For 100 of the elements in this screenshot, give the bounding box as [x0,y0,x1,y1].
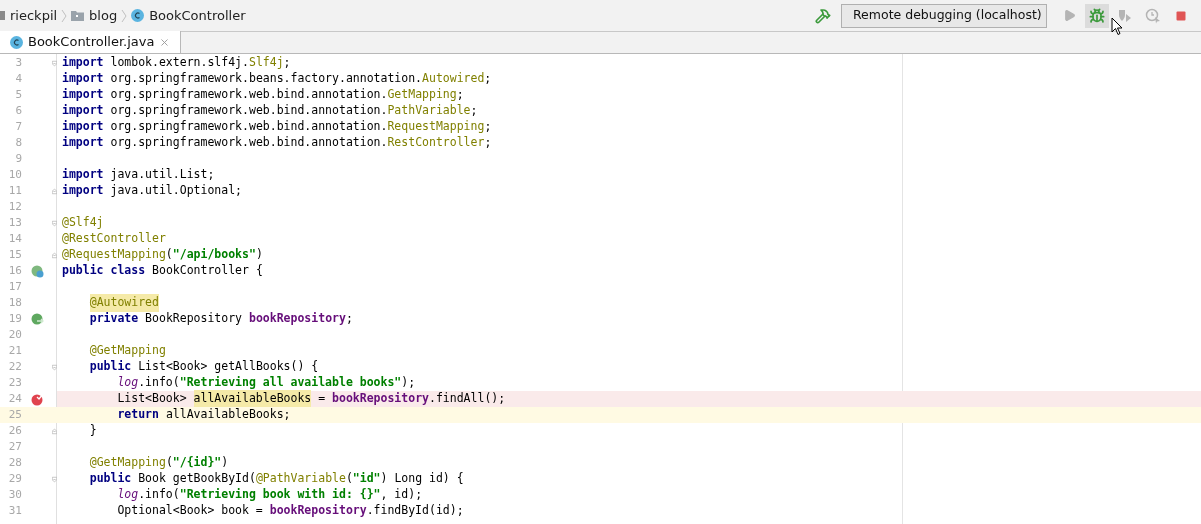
line-number: 21 [7,342,22,359]
field-name: bookRepository [269,502,367,520]
code-text: List<Book> getAllBooks() { [138,358,319,376]
code-text: ; [283,54,291,72]
line-number: 26 [7,422,22,439]
code-text: .info( [138,486,180,504]
annotation: @RequestMapping [62,246,166,264]
logger-name: log [117,486,139,504]
chevron-icon [121,8,128,23]
line-number: 22 [7,358,22,375]
code-text: ; [484,134,492,152]
fold-marker-icon[interactable] [52,58,57,68]
code-text: org.springframework.web.bind.annotation. [110,118,388,136]
mouse-pointer-icon [1111,17,1123,36]
annotation: @PathVariable [255,470,346,488]
fold-marker-icon[interactable] [52,426,57,436]
code-text: BookRepository [145,310,244,328]
string-literal: "id" [352,470,381,488]
keyword: public [89,358,132,376]
line-number: 15 [7,246,22,263]
code-text: , id); [380,486,423,504]
line-number: 4 [14,70,22,87]
code-text: BookController { [152,262,263,280]
logger-name: log [117,374,139,392]
annotation: Slf4j [248,54,284,72]
line-number: 13 [7,214,22,231]
run-configuration-dropdown[interactable]: Remote debugging (localhost) [841,3,1047,28]
line-number: 3 [14,54,22,71]
line-number: 5 [14,86,22,103]
clock-pointer-icon [1145,7,1161,24]
annotation: @GetMapping [89,342,166,360]
line-number: 8 [14,134,22,151]
file-tab[interactable]: BookController.java [0,31,182,53]
code-text: ); [401,374,416,392]
field-name: bookRepository [248,310,346,328]
keyword: import [62,86,104,104]
line-number: 25 [7,406,22,423]
bug-icon [1089,7,1105,24]
code-text: ; [470,102,478,120]
annotation: RequestMapping [387,118,485,136]
keyword: public [89,470,132,488]
code-text: ; [484,118,492,136]
line-number: 14 [7,230,22,247]
breakpoint-icon[interactable] [30,392,44,406]
code-text: org.springframework.web.bind.annotation. [110,86,388,104]
line-number: 17 [7,278,22,295]
code-text: allAvailableBooks; [165,406,291,424]
stop-icon [1175,9,1187,22]
breadcrumb-item[interactable]: blog [89,5,118,26]
code-text: Book getBookById( [138,470,256,488]
code-text: org.springframework.web.bind.annotation. [110,102,388,120]
hammer-icon[interactable] [815,7,831,24]
fold-marker-icon[interactable] [52,186,57,196]
fold-marker-icon[interactable] [52,250,57,260]
code-text: ) [255,246,263,264]
code-text: ( [165,454,173,472]
folder-icon [71,10,85,21]
code-text: ; [456,86,464,104]
line-number: 27 [7,438,22,455]
line-number: 11 [7,182,22,199]
class-icon [131,9,145,22]
code-text: .findById(id); [366,502,464,520]
annotation: @Autowired [89,294,159,312]
code-text: ; [345,310,353,328]
keyword: import [62,182,104,200]
breadcrumb-item[interactable]: rieckpil [10,5,58,26]
annotation: @RestController [62,230,166,248]
line-number: 19 [7,310,22,327]
code-text: java.util.Optional; [110,182,243,200]
debug-button[interactable] [1085,3,1109,28]
play-icon [1062,9,1076,22]
keyword: public class [62,262,146,280]
chevron-icon [61,8,68,23]
close-icon[interactable] [159,36,171,48]
code-text: .findAll(); [429,390,506,408]
fold-marker-icon[interactable] [52,218,57,228]
line-number: 23 [7,374,22,391]
annotation: PathVariable [387,102,471,120]
line-number: 29 [7,470,22,487]
fold-marker-icon[interactable] [52,362,57,372]
keyword: import [62,102,104,120]
line-number: 10 [7,166,22,183]
keyword: import [62,166,104,184]
keyword: private [89,310,139,328]
annotation: RestController [387,134,485,152]
breadcrumb-item[interactable]: BookController [149,5,246,26]
keyword: import [62,70,104,88]
code-text: ) Long id) { [380,470,464,488]
code-text: .info( [138,374,180,392]
annotation: GetMapping [387,86,457,104]
fold-marker-icon[interactable] [52,474,57,484]
code-text: org.springframework.beans.factory.annotation. [110,70,423,88]
autowired-bean-icon [30,312,44,326]
annotation: @Slf4j [62,214,104,232]
keyword: return [117,406,159,424]
annotation: Autowired [422,70,485,88]
line-number: 18 [7,294,22,311]
line-number: 12 [7,198,22,215]
code-text: ( [345,470,353,488]
code-text: } [89,422,97,440]
